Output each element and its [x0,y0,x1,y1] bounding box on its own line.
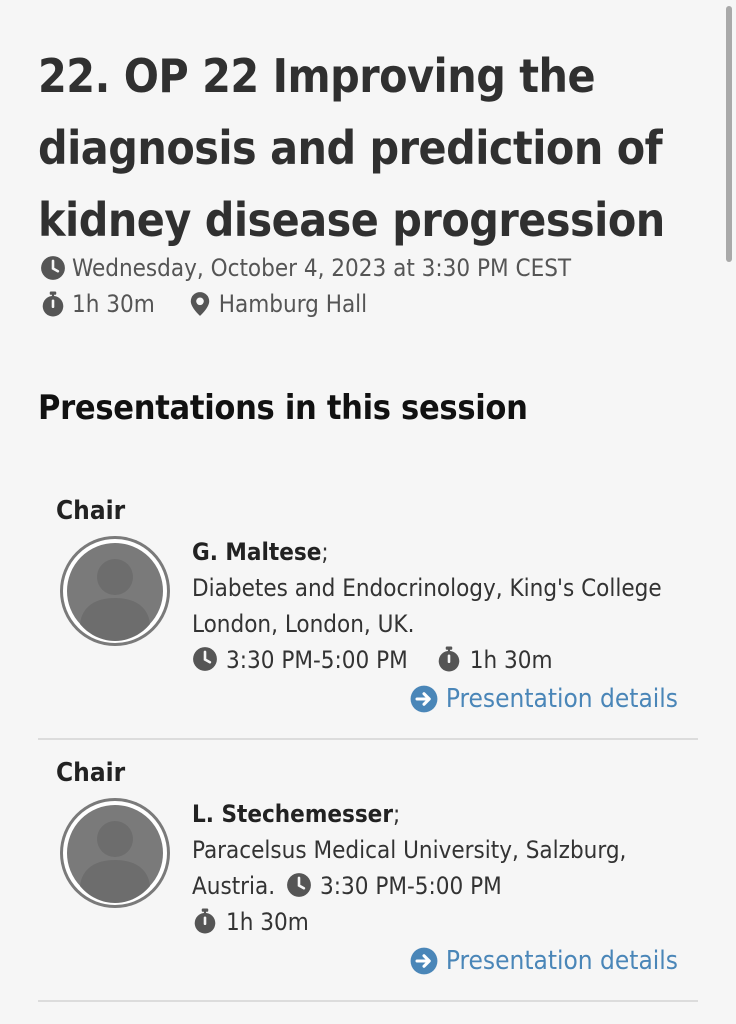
scrollbar-thumb[interactable] [726,6,732,262]
location-pin-icon [187,291,213,317]
presentation-details-link[interactable]: Presentation details [410,946,678,976]
presentation-role: Chair [56,758,126,788]
presentation-details-label: Presentation details [445,946,678,976]
session-page: 22. OP 22 Improving the diagnosis and pr… [0,0,736,1024]
presenter-name: L. Stechemesser [192,800,393,828]
presentation-time: 3:30 PM-5:00 PM [319,872,502,900]
presentation-details-label: Presentation details [445,684,678,714]
presenter-name: G. Maltese [192,538,322,566]
session-datetime: Wednesday, October 4, 2023 at 3:30 PM CE… [72,254,572,282]
session-datetime-row: Wednesday, October 4, 2023 at 3:30 PM CE… [40,252,571,284]
session-duration-location-row: 1h 30m Hamburg Hall [40,288,367,320]
presenter-affiliation: Diabetes and Endocrinology, King's Colle… [192,574,662,638]
presentation-role: Chair [56,496,126,526]
presentation-duration: 1h 30m [469,646,553,674]
user-avatar-icon [58,534,172,648]
stopwatch-icon [40,291,66,317]
presentation-duration: 1h 30m [226,908,309,936]
session-duration: 1h 30m [72,290,155,318]
presentation-info: L. Stechemesser; Paracelsus Medical Univ… [192,796,692,940]
session-title: 22. OP 22 Improving the diagnosis and pr… [38,49,665,247]
arrow-circle-right-icon [410,685,438,713]
presentation-time-row: 3:30 PM-5:00 PM 1h 30m [192,642,692,678]
presentation-info: G. Maltese; Diabetes and Endocrinology, … [192,534,692,678]
clock-icon [286,872,312,898]
session-location: Hamburg Hall [218,290,368,318]
divider [38,1000,698,1002]
presentation-time: 3:30 PM-5:00 PM [226,646,408,674]
user-avatar-icon [58,796,172,910]
presentation-duration-row: 1h 30m [192,904,692,940]
name-separator: ; [321,538,329,566]
clock-icon [192,646,218,672]
stopwatch-icon [192,908,218,934]
clock-icon [40,255,66,281]
presentation-details-link[interactable]: Presentation details [410,684,678,714]
section-heading: Presentations in this session [38,388,528,428]
scrollbar[interactable] [724,0,736,1024]
arrow-circle-right-icon [410,947,438,975]
divider [38,738,698,740]
stopwatch-icon [436,646,462,672]
presentation-card: Chair G. Maltese; Diabetes and Endocrino… [38,496,698,726]
presentation-card: Chair L. Stechemesser; Paracelsus Medica… [38,758,698,988]
name-separator: ; [392,800,401,828]
